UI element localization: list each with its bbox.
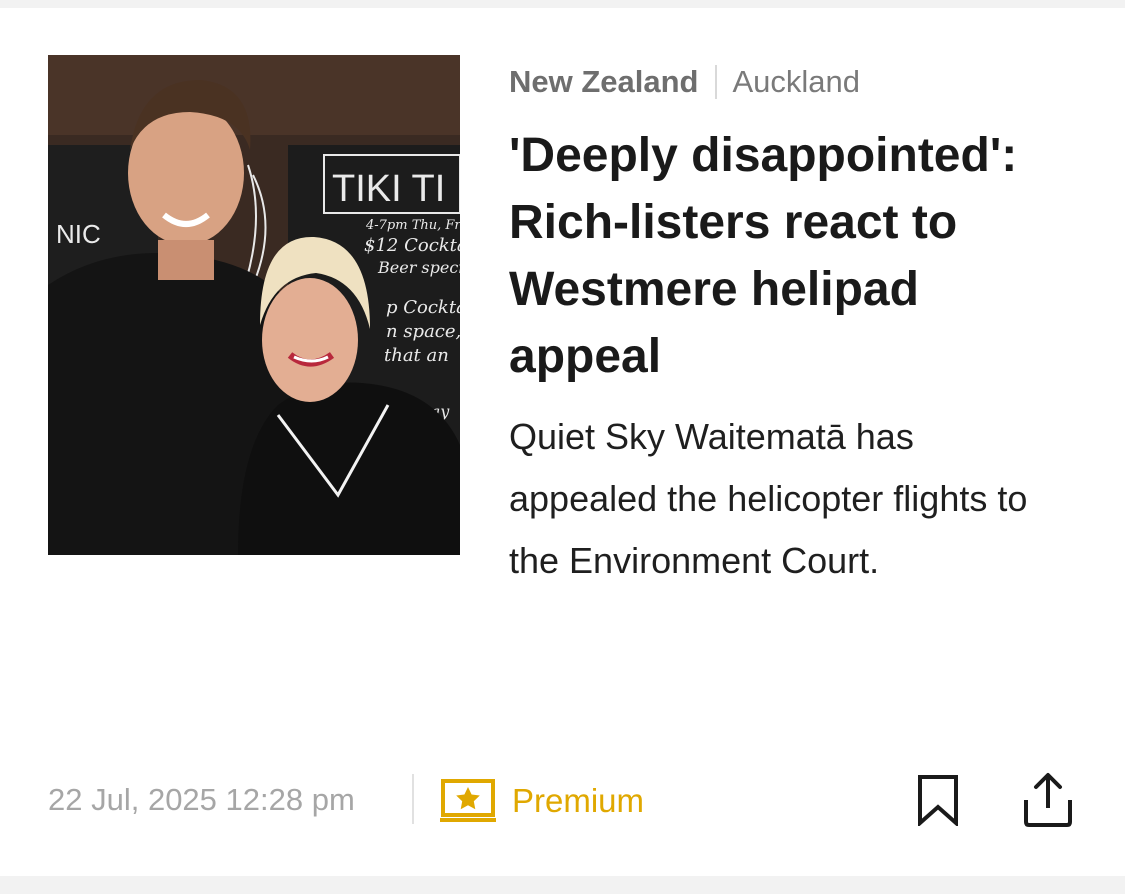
- article-summary: Quiet Sky Waitematā has appealed the hel…: [509, 416, 1028, 581]
- article-meta-bar: 22 Jul, 2025 12:28 pm Premium: [48, 768, 1078, 828]
- signage-line-6: n space,: [386, 321, 460, 342]
- kicker-divider: [714, 65, 717, 99]
- signage-line-2: 4-7pm Thu, Fr: [365, 218, 460, 233]
- meta-divider: [412, 774, 414, 824]
- premium-tag: Premium: [440, 776, 644, 826]
- signage-line-9: NIC: [56, 219, 101, 249]
- article-kicker: New Zealand Auckland: [509, 64, 1069, 100]
- premium-badge-icon: [440, 779, 496, 822]
- signage-line-7: that an: [384, 345, 449, 366]
- signage-line-4: Beer specia: [377, 258, 460, 277]
- article-card[interactable]: TIKI TI 4-7pm Thu, Fr $12 Cocktails Beer…: [0, 8, 1125, 876]
- share-icon[interactable]: [1022, 772, 1074, 828]
- signage-line-5: p Cockta: [386, 297, 460, 318]
- section-link[interactable]: New Zealand: [509, 64, 699, 100]
- signage-line-3: $12 Cocktails: [364, 235, 460, 256]
- article-photo[interactable]: TIKI TI 4-7pm Thu, Fr $12 Cocktails Beer…: [48, 55, 460, 555]
- article-content: New Zealand Auckland 'Deeply disappointe…: [509, 64, 1069, 592]
- topic-link[interactable]: Auckland: [733, 64, 861, 100]
- signage-line-1: TIKI TI: [332, 168, 445, 210]
- premium-label: Premium: [512, 782, 645, 819]
- publish-date: 22 Jul, 2025 12:28 pm: [48, 782, 355, 817]
- bookmark-icon[interactable]: [916, 774, 960, 826]
- article-headline[interactable]: 'Deeply disappointed': Rich-listers reac…: [509, 122, 1049, 390]
